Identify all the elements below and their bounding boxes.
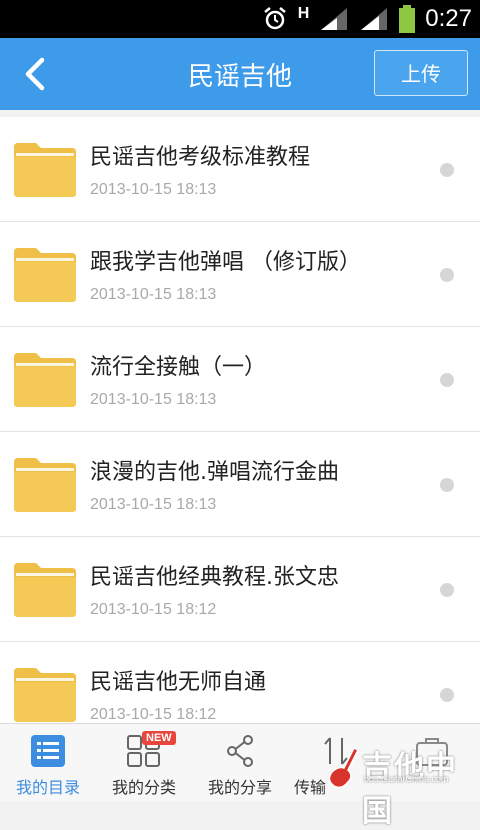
- upload-button[interactable]: 上传: [374, 50, 468, 96]
- app-header: 民谣吉他 上传: [0, 38, 480, 110]
- item-status-dot[interactable]: [440, 688, 454, 702]
- list-item[interactable]: 流行全接触（一） 2013-10-15 18:13: [0, 327, 480, 432]
- item-status-dot[interactable]: [440, 268, 454, 282]
- item-title: 民谣吉他考级标准教程: [90, 145, 311, 170]
- folder-icon: [14, 353, 76, 407]
- item-title: 民谣吉他经典教程.张文忠: [90, 565, 339, 590]
- watermark-subtext: bbs.GuitarChina.com: [364, 774, 449, 784]
- status-bar: H 0:27: [0, 0, 480, 38]
- item-title: 浪漫的吉他.弹唱流行金曲: [90, 460, 339, 485]
- item-status-dot[interactable]: [440, 583, 454, 597]
- item-date: 2013-10-15 18:13: [90, 496, 217, 513]
- signal-icon: [321, 8, 348, 30]
- new-badge: NEW: [142, 731, 176, 745]
- item-date: 2013-10-15 18:13: [90, 181, 217, 198]
- item-date: 2013-10-15 18:13: [90, 286, 217, 303]
- list-item[interactable]: 民谣吉他考级标准教程 2013-10-15 18:13: [0, 117, 480, 222]
- folder-icon: [14, 248, 76, 302]
- list-icon: [31, 735, 65, 767]
- tab-my-directory[interactable]: 我的目录: [0, 724, 96, 801]
- item-status-dot[interactable]: [440, 163, 454, 177]
- item-title: 流行全接触（一）: [90, 355, 267, 380]
- tab-label: 我的分享: [207, 778, 272, 797]
- folder-icon: [14, 668, 76, 722]
- share-icon: [227, 735, 253, 767]
- item-date: 2013-10-15 18:12: [90, 706, 217, 723]
- clock: 0:27: [425, 5, 472, 32]
- list-item[interactable]: 民谣吉他经典教程.张文忠 2013-10-15 18:12: [0, 537, 480, 642]
- folder-list: 民谣吉他考级标准教程 2013-10-15 18:13 跟我学吉他弹唱 （修订版…: [0, 117, 480, 723]
- tab-label: 我的目录: [15, 778, 80, 797]
- tab-my-shares[interactable]: 我的分享: [192, 724, 288, 801]
- watermark-logo: 吉他中国 bbs.GuitarChina.com: [324, 742, 474, 829]
- list-item[interactable]: 民谣吉他无师自通 2013-10-15 18:12: [0, 642, 480, 723]
- item-status-dot[interactable]: [440, 373, 454, 387]
- network-type-label: H: [297, 5, 310, 22]
- alarm-icon: [263, 7, 286, 30]
- item-status-dot[interactable]: [440, 478, 454, 492]
- folder-icon: [14, 143, 76, 197]
- item-date: 2013-10-15 18:13: [90, 391, 217, 408]
- item-title: 跟我学吉他弹唱 （修订版）: [90, 250, 361, 275]
- guitar-logo-icon: [328, 746, 360, 789]
- battery-icon: [399, 5, 416, 33]
- list-item[interactable]: 跟我学吉他弹唱 （修订版） 2013-10-15 18:13: [0, 222, 480, 327]
- tab-label: 我的分类: [111, 778, 176, 797]
- folder-icon: [14, 458, 76, 512]
- item-date: 2013-10-15 18:12: [90, 601, 217, 618]
- item-title: 民谣吉他无师自通: [90, 670, 267, 695]
- tab-my-categories[interactable]: NEW 我的分类: [96, 724, 192, 801]
- signal-icon-2: [361, 8, 388, 30]
- watermark-text: 吉他中国: [362, 750, 458, 829]
- folder-icon: [14, 563, 76, 617]
- list-item[interactable]: 浪漫的吉他.弹唱流行金曲 2013-10-15 18:13: [0, 432, 480, 537]
